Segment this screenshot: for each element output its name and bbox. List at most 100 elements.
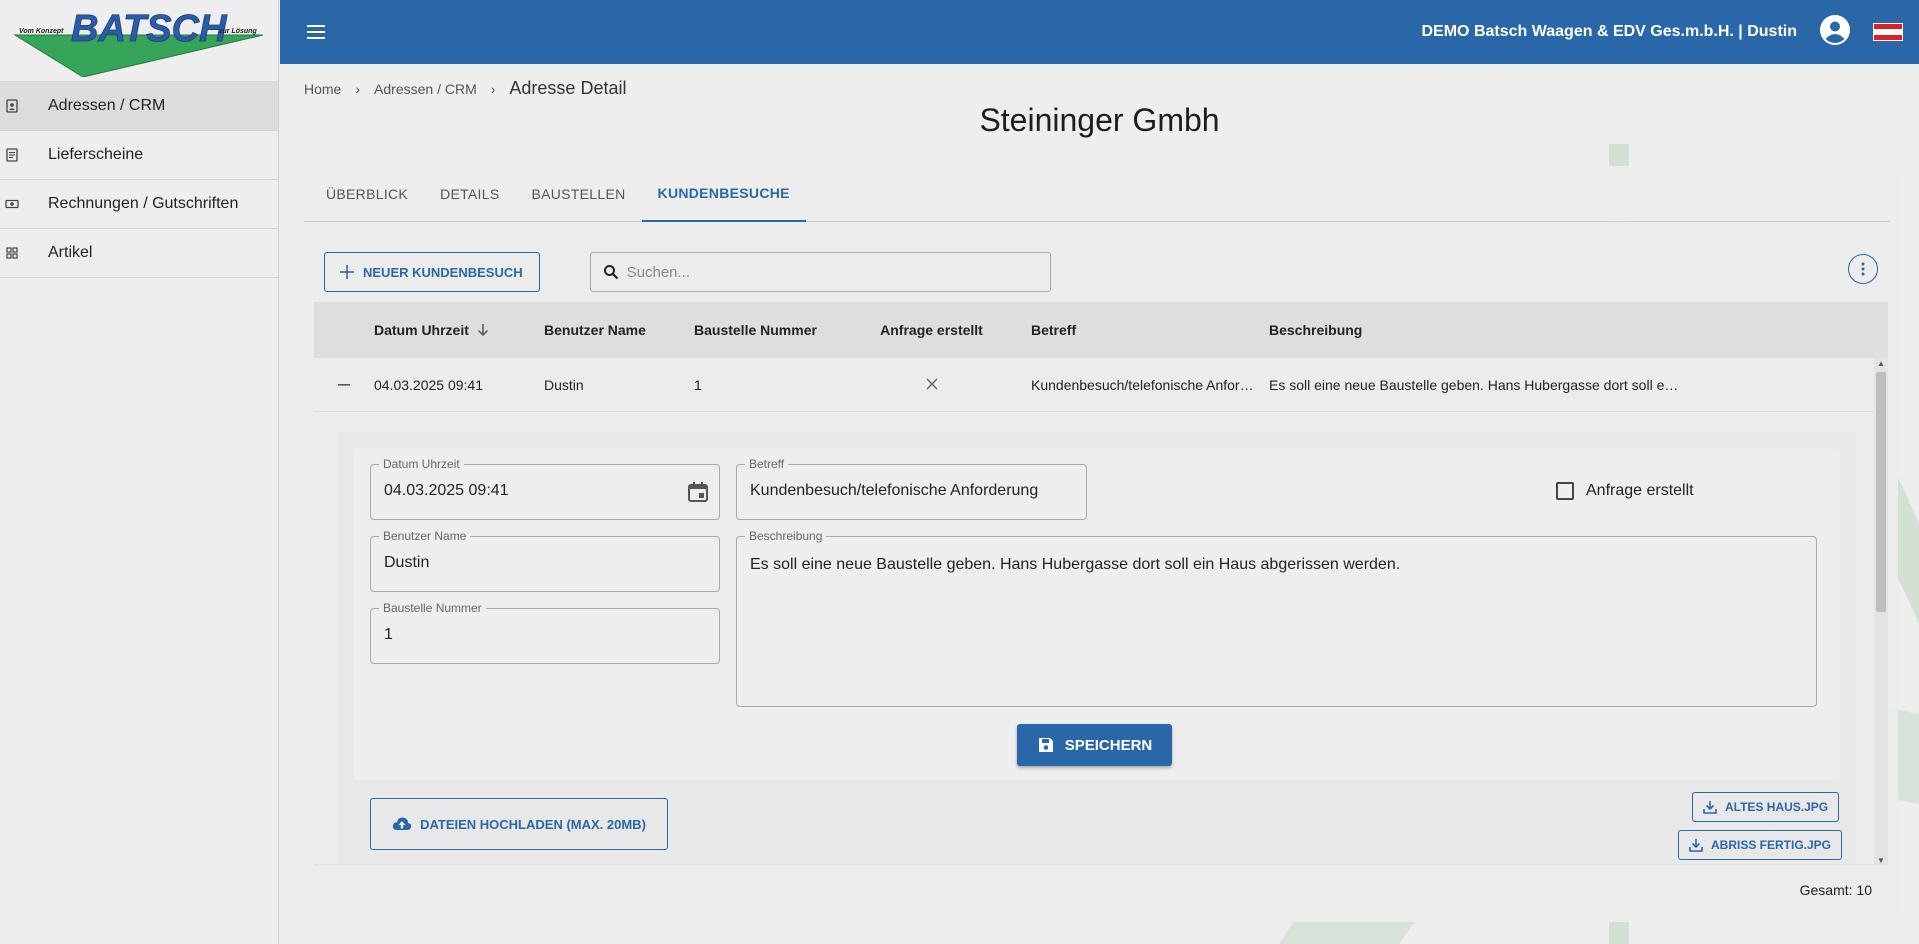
- search-icon: [603, 265, 618, 280]
- beschreibung-field-label: Beschreibung: [745, 529, 827, 543]
- baustelle-field-label: Baustelle Nummer: [379, 601, 486, 615]
- sidebar-item-label: Lieferscheine: [48, 146, 144, 163]
- upload-files-button[interactable]: DATEIEN HOCHLADEN (MAX. 20MB): [370, 798, 668, 850]
- chevron-right-icon: ›: [355, 80, 361, 97]
- cell-betreff: Kundenbesuch/telefonische Anforderung: [1031, 376, 1269, 393]
- calendar-icon[interactable]: [687, 481, 709, 503]
- document-icon: [0, 148, 48, 162]
- tab-baustellen[interactable]: BAUSTELLEN: [515, 166, 641, 222]
- total-count: Gesamt: 10: [1799, 881, 1872, 898]
- sidebar-item-label: Artikel: [48, 244, 93, 261]
- sidebar-item-adressen[interactable]: Adressen / CRM: [0, 82, 278, 131]
- search-input[interactable]: [626, 263, 1027, 281]
- column-header-betreff[interactable]: Betreff: [1019, 322, 1269, 338]
- grid-icon: [0, 246, 48, 260]
- file-name: ABRISS FERTIG.JPG: [1711, 838, 1832, 852]
- column-header-datum[interactable]: Datum Uhrzeit: [374, 322, 544, 338]
- sidebar-item-artikel[interactable]: Artikel: [0, 229, 278, 278]
- row-detail-panel: Datum Uhrzeit 04.03.2025 09:41 Betreff K…: [338, 432, 1856, 866]
- benutzer-field[interactable]: Benutzer Name Dustin: [370, 529, 720, 592]
- close-icon: [926, 378, 937, 389]
- beschreibung-field-value: Es soll eine neue Baustelle geben. Hans …: [750, 556, 1401, 573]
- column-header-benutzer[interactable]: Benutzer Name: [544, 322, 694, 338]
- upload-files-label: DATEIEN HOCHLADEN (MAX. 20MB): [420, 816, 646, 832]
- cell-beschreibung: Es soll eine neue Baustelle geben. Hans …: [1269, 376, 1679, 393]
- datum-field-label: Datum Uhrzeit: [379, 457, 464, 471]
- austria-flag-icon[interactable]: [1873, 23, 1903, 41]
- file-name: ALTES HAUS.JPG: [1725, 800, 1829, 814]
- breadcrumb-section[interactable]: Adressen / CRM: [374, 81, 477, 97]
- menu-icon[interactable]: [302, 18, 330, 46]
- datum-field[interactable]: Datum Uhrzeit 04.03.2025 09:41: [370, 457, 720, 520]
- betreff-field-value: Kundenbesuch/telefonische Anforderung: [750, 482, 1039, 499]
- table-footer: Gesamt: 10: [314, 864, 1888, 914]
- scrollbar-thumb[interactable]: [1876, 372, 1886, 612]
- anfrage-checkbox-row: Anfrage erstellt: [1556, 482, 1694, 500]
- breadcrumb-home[interactable]: Home: [304, 81, 341, 97]
- column-header-anfrage[interactable]: Anfrage erstellt: [844, 322, 1019, 338]
- baustelle-field[interactable]: Baustelle Nummer 1: [370, 601, 720, 664]
- kundenbesuche-table: NEUER KUNDENBESUCH Datum Uhrzeit Benutze…: [314, 242, 1888, 914]
- tab-details[interactable]: DETAILS: [424, 166, 515, 222]
- more-options-icon[interactable]: [1848, 254, 1878, 284]
- benutzer-field-label: Benutzer Name: [379, 529, 471, 543]
- account-icon[interactable]: [1819, 14, 1851, 51]
- tab-bar: ÜBERBLICK DETAILS BAUSTELLEN KUNDENBESUC…: [304, 166, 1890, 222]
- scroll-up-icon[interactable]: ▲: [1877, 359, 1885, 368]
- anfrage-checkbox[interactable]: [1556, 482, 1574, 500]
- sidebar-item-label: Adressen / CRM: [48, 97, 166, 114]
- arrow-down-icon: [477, 324, 488, 337]
- breadcrumb: Home › Adressen / CRM › Adresse Detail: [304, 78, 626, 99]
- baustelle-field-value: 1: [384, 626, 393, 643]
- collapse-row-icon[interactable]: [314, 383, 374, 386]
- table-header: Datum Uhrzeit Benutzer Name Baustelle Nu…: [314, 302, 1888, 358]
- sidebar-item-label: Rechnungen / Gutschriften: [48, 195, 239, 212]
- main-content: Home › Adressen / CRM › Adresse Detail S…: [280, 64, 1919, 944]
- address-detail-card: ÜBERBLICK DETAILS BAUSTELLEN KUNDENBESUC…: [304, 166, 1898, 922]
- download-file-button[interactable]: ALTES HAUS.JPG: [1692, 792, 1840, 822]
- table-toolbar: NEUER KUNDENBESUCH: [314, 242, 1888, 302]
- beschreibung-field[interactable]: Beschreibung Es soll eine neue Baustelle…: [736, 529, 1817, 707]
- batsch-logo[interactable]: BATSCH Vom Konzept zur Lösung: [0, 0, 278, 82]
- cloud-upload-icon: [392, 817, 412, 830]
- cell-anfrage: [844, 377, 1019, 393]
- anfrage-checkbox-label: Anfrage erstellt: [1586, 482, 1694, 499]
- save-icon: [1038, 738, 1053, 752]
- download-icon: [1703, 801, 1717, 814]
- betreff-field[interactable]: Betreff Kundenbesuch/telefonische Anford…: [736, 457, 1087, 520]
- download-icon: [1689, 839, 1703, 852]
- top-app-bar: DEMO Batsch Waagen & EDV Ges.m.b.H. | Du…: [280, 0, 1919, 64]
- batsch-logo-graphic: BATSCH Vom Konzept zur Lösung: [13, 7, 264, 77]
- sidebar-item-rechnungen[interactable]: Rechnungen / Gutschriften: [0, 180, 278, 229]
- download-file-button[interactable]: ABRISS FERTIG.JPG: [1678, 830, 1843, 860]
- breadcrumb-current: Adresse Detail: [509, 78, 627, 98]
- new-kundenbesuch-label: NEUER KUNDENBESUCH: [363, 264, 523, 280]
- save-button[interactable]: SPEICHERN: [1017, 724, 1172, 766]
- logo-tagline-left: Vom Konzept: [19, 28, 64, 35]
- money-icon: [0, 197, 48, 211]
- column-header-beschreibung[interactable]: Beschreibung: [1269, 322, 1679, 338]
- cell-benutzer: Dustin: [544, 376, 584, 393]
- benutzer-field-value: Dustin: [384, 554, 430, 571]
- table-scrollbar[interactable]: ▲ ▼: [1874, 358, 1888, 866]
- datum-field-value: 04.03.2025 09:41: [384, 482, 509, 499]
- company-user-label: DEMO Batsch Waagen & EDV Ges.m.b.H. | Du…: [1421, 23, 1798, 40]
- save-button-label: SPEICHERN: [1064, 736, 1153, 754]
- betreff-field-label: Betreff: [745, 457, 789, 471]
- plus-icon: [340, 265, 354, 279]
- sidebar-item-lieferscheine[interactable]: Lieferscheine: [0, 131, 278, 180]
- tab-ueberblick[interactable]: ÜBERBLICK: [310, 166, 424, 222]
- column-header-baustelle[interactable]: Baustelle Nummer: [694, 322, 844, 338]
- table-row[interactable]: 04.03.2025 09:41 Dustin 1 Kundenbesuch/t…: [314, 358, 1888, 412]
- address-book-icon: [0, 99, 48, 113]
- new-kundenbesuch-button[interactable]: NEUER KUNDENBESUCH: [324, 252, 540, 292]
- cell-baustelle: 1: [694, 376, 702, 393]
- chevron-right-icon: ›: [490, 80, 496, 97]
- logo-wordmark: BATSCH: [71, 8, 228, 50]
- logo-tagline-right: zur Lösung: [218, 28, 257, 35]
- cell-datum: 04.03.2025 09:41: [374, 376, 483, 393]
- tab-kundenbesuche[interactable]: KUNDENBESUCHE: [641, 166, 806, 222]
- page-title: Steininger Gmbh: [979, 102, 1220, 138]
- sidebar: BATSCH Vom Konzept zur Lösung Adressen /…: [0, 0, 279, 944]
- search-box: [589, 252, 1051, 292]
